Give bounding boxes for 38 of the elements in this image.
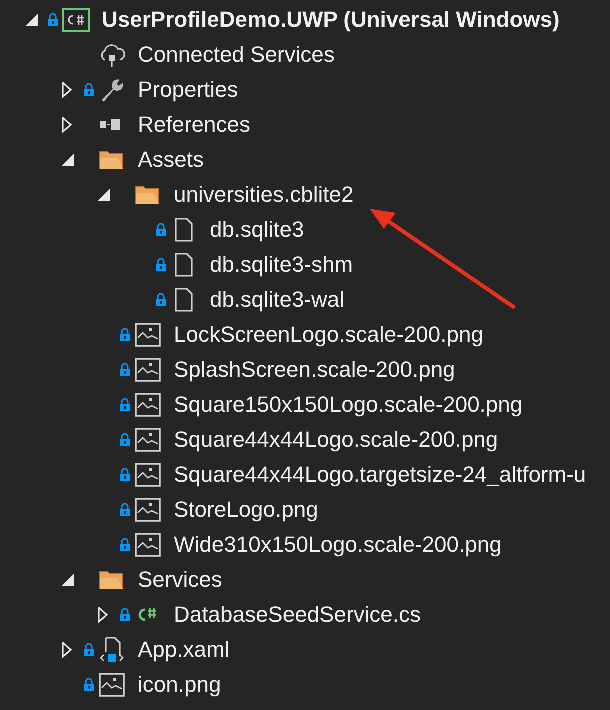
xaml-file-icon bbox=[98, 636, 126, 664]
tree-item-label[interactable]: StoreLogo.png bbox=[174, 496, 610, 522]
tree-item-label[interactable]: References bbox=[138, 112, 610, 138]
tree-item-label[interactable]: UserProfileDemo.UWP (Universal Windows) bbox=[102, 6, 610, 32]
collapsed-arrow-icon[interactable] bbox=[98, 606, 108, 622]
tree-item-label[interactable]: db.sqlite3 bbox=[210, 216, 610, 242]
image-icon bbox=[134, 356, 162, 384]
tree-item-label[interactable]: Properties bbox=[138, 76, 610, 102]
collapsed-arrow-icon[interactable] bbox=[62, 116, 72, 132]
collapsed-arrow-icon[interactable] bbox=[62, 642, 72, 658]
tree-item-label[interactable]: universities.cblite2 bbox=[174, 182, 610, 208]
image-icon bbox=[134, 320, 162, 348]
tree-item-label[interactable]: Square44x44Logo.targetsize-24_altform-u bbox=[174, 462, 610, 488]
tree-item-label[interactable]: SplashScreen.scale-200.png bbox=[174, 356, 610, 382]
tree-item-label[interactable]: App.xaml bbox=[138, 636, 610, 662]
tree-item-label[interactable]: DatabaseSeedService.cs bbox=[174, 602, 610, 628]
tree-item-label[interactable]: Square44x44Logo.scale-200.png bbox=[174, 426, 610, 452]
tree-item-label[interactable]: db.sqlite3-shm bbox=[210, 252, 610, 278]
tree-item-label[interactable]: LockScreenLogo.scale-200.png bbox=[174, 322, 610, 348]
tree-item-label[interactable]: Connected Services bbox=[138, 42, 610, 68]
tree-item-label[interactable]: Assets bbox=[138, 146, 610, 172]
collapsed-arrow-icon[interactable] bbox=[62, 82, 72, 98]
tree-item-label[interactable]: Wide310x150Logo.scale-200.png bbox=[174, 532, 610, 558]
image-icon bbox=[134, 460, 162, 488]
expanded-arrow-icon[interactable] bbox=[62, 154, 74, 166]
tree-item-label[interactable]: Services bbox=[138, 566, 610, 592]
image-icon bbox=[134, 426, 162, 454]
image-icon bbox=[98, 670, 126, 698]
image-icon bbox=[134, 496, 162, 524]
expanded-arrow-icon[interactable] bbox=[98, 188, 110, 200]
image-icon bbox=[134, 530, 162, 558]
image-icon bbox=[134, 390, 162, 418]
tree-item-label[interactable]: db.sqlite3-wal bbox=[210, 286, 610, 312]
csharp-project-icon bbox=[62, 6, 90, 34]
expanded-arrow-icon[interactable] bbox=[26, 14, 38, 26]
tree-item-label[interactable]: Square150x150Logo.scale-200.png bbox=[174, 392, 610, 418]
tree-item-label[interactable]: icon.png bbox=[138, 672, 610, 698]
expanded-arrow-icon[interactable] bbox=[62, 574, 74, 586]
